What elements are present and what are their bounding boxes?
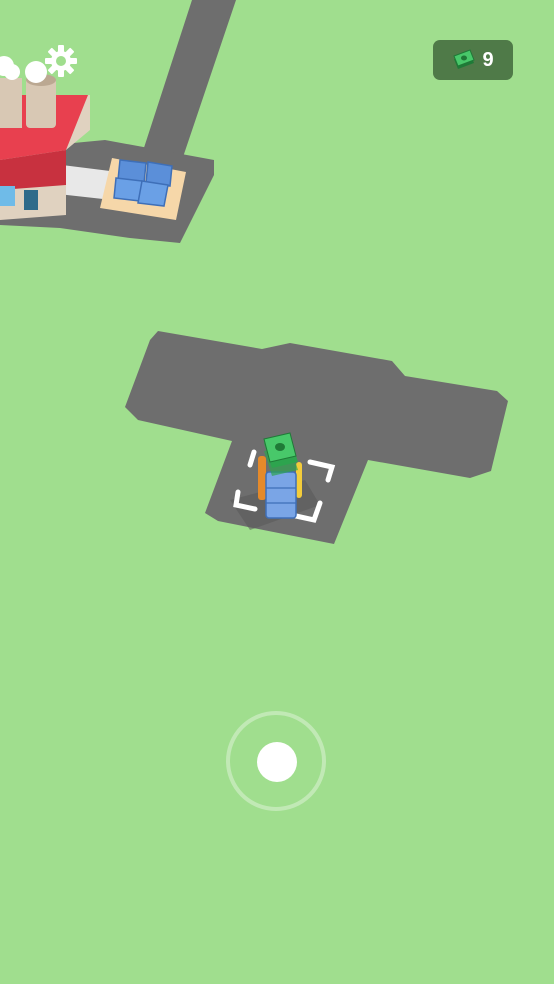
- blue-crates: [113, 159, 173, 207]
- cash-counter: 9: [433, 40, 513, 80]
- joystick-knob[interactable]: [257, 742, 297, 782]
- cash-amount: 9: [482, 48, 494, 71]
- settings-button[interactable]: [44, 44, 78, 78]
- gear-icon: [45, 45, 77, 77]
- road-segment: [140, 0, 236, 160]
- money-stack-icon: [453, 49, 476, 69]
- game-scene: [0, 0, 508, 544]
